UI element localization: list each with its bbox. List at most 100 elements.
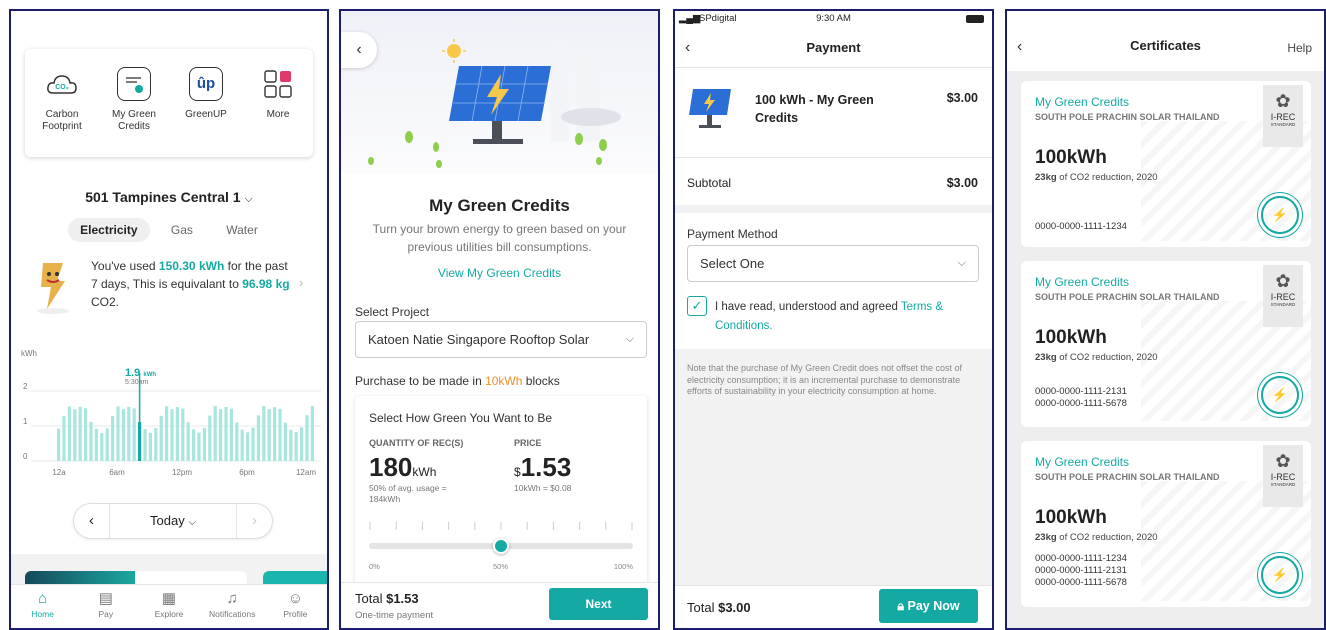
usage-bar[interactable] [148,432,152,461]
pay-now-button[interactable]: 🔒︎ Pay Now [879,589,978,623]
card-title: Select How Green You Want to Be [369,411,552,425]
usage-bar[interactable] [154,428,158,461]
usage-bar[interactable] [256,415,260,461]
slider-handle[interactable] [493,538,509,554]
certificate-card[interactable]: My Green Credits SOUTH POLE PRACHIN SOLA… [1021,261,1311,427]
usage-bar[interactable] [229,408,233,461]
usage-bar[interactable] [62,416,66,461]
usage-bar[interactable] [283,422,287,461]
usage-bar[interactable] [310,405,314,461]
usage-bar[interactable] [78,406,82,461]
usage-bar[interactable] [224,407,228,461]
chevron-right-icon[interactable]: › [299,275,303,290]
usage-bar[interactable] [294,432,298,461]
usage-bar[interactable] [84,408,88,461]
usage-bar[interactable] [235,422,239,461]
quick-action-greenup[interactable]: ûp GreenUP [171,67,241,121]
quick-action-my-green-credits[interactable]: My Green Credits [99,67,169,133]
usage-bar[interactable] [170,409,174,461]
usage-bar[interactable] [278,408,282,461]
header: ‹ Certificates Help [1007,11,1324,71]
usage-bar[interactable] [181,408,185,461]
total-note: One-time payment [355,610,434,621]
hero-illustration [341,11,658,173]
usage-bar[interactable] [132,408,136,461]
next-date-button[interactable]: › [236,504,272,538]
usage-bar[interactable] [165,406,169,461]
usage-bar[interactable] [67,406,71,461]
nav-explore[interactable]: ▦ Explore [137,585,200,628]
usage-bar[interactable] [262,406,266,461]
usage-bar[interactable] [300,427,304,461]
prev-date-button[interactable]: ‹ [74,504,110,538]
utility-tabs: Electricity Gas Water [11,218,327,242]
usage-bar[interactable] [219,409,223,461]
usage-kwh: 150.30 kWh [158,259,225,273]
back-button[interactable]: ‹ [341,32,377,68]
usage-bar[interactable] [121,409,125,461]
tab-electricity[interactable]: Electricity [68,218,150,242]
nav-profile[interactable]: ☺ Profile [264,585,327,628]
usage-bar[interactable] [143,429,147,461]
usage-bar[interactable] [267,409,271,461]
project-select[interactable]: Katoen Natie Singapore Rooftop Solar ⌵ [355,321,647,358]
usage-bar[interactable] [100,433,104,461]
usage-bar[interactable] [175,406,179,461]
usage-bar[interactable] [192,429,196,461]
usage-bar[interactable] [89,421,93,461]
certificates-screen: ‹ Certificates Help My Green Credits SOU… [1005,9,1326,630]
certificate-card[interactable]: My Green Credits SOUTH POLE PRACHIN SOLA… [1021,441,1311,607]
quick-action-more[interactable]: More [243,67,313,121]
usage-bar[interactable] [305,415,309,461]
usage-bar[interactable] [105,428,109,461]
price-label: PRICE [514,438,542,448]
usage-bar[interactable] [240,429,244,461]
date-label: Today [150,513,185,528]
date-dropdown[interactable]: Today ⌵ [110,504,236,538]
usage-summary: You've used 150.30 kWh for the past 7 da… [91,257,291,311]
nav-home[interactable]: ⌂ Home [11,585,74,628]
usage-bar[interactable] [186,422,190,461]
help-link[interactable]: Help [1287,41,1312,55]
co2-text: of CO2 reduction, 2020 [1056,172,1158,183]
nav-label: Home [31,609,54,619]
co2-value: 23kg [1035,172,1057,183]
nav-pay[interactable]: ▤ Pay [74,585,137,628]
green-slider[interactable] [369,538,633,554]
usage-bar[interactable] [57,428,61,461]
home-screen: CO₂ Carbon Footprint My Green Credits ûp… [9,9,329,630]
usage-bar[interactable] [289,429,293,461]
select-project-label: Select Project [355,305,430,319]
usage-bar[interactable] [202,427,206,461]
usage-bar[interactable] [116,406,120,461]
x-tick-label: 6pm [239,468,255,477]
chart-tooltip-number: 1.9 [125,367,141,379]
usage-bar[interactable] [208,415,212,461]
irec-subtext: STANDARD [1270,122,1296,127]
usage-bar[interactable] [197,432,201,461]
view-green-credits-link[interactable]: View My Green Credits [341,266,658,280]
lock-icon: 🔒︎ [897,599,905,613]
usage-bar[interactable] [251,427,255,461]
usage-bar[interactable] [273,407,277,461]
usage-bar[interactable] [159,415,163,461]
agree-checkbox[interactable]: ✓ [687,296,707,316]
nav-notifications[interactable]: ♫ Notifications [201,585,264,628]
address-selector[interactable]: 501 Tampines Central 1 ⌵ [11,189,327,206]
payment-method-select[interactable]: Select One ⌵ [687,245,979,282]
usage-bar[interactable] [213,406,217,461]
x-tick-label: 12pm [172,468,192,477]
next-button[interactable]: Next [549,588,648,620]
usage-bar[interactable] [127,406,131,461]
usage-bar[interactable] [246,432,250,461]
tab-gas[interactable]: Gas [159,218,205,242]
usage-bar[interactable] [94,428,98,461]
certificate-card[interactable]: My Green Credits SOUTH POLE PRACHIN SOLA… [1021,81,1311,247]
slider-max-label: 100% [613,562,633,571]
usage-bar[interactable] [111,415,115,461]
price-currency: $ [514,465,521,479]
tab-water[interactable]: Water [214,218,270,242]
total-label: Total [355,591,383,606]
quick-action-carbon-footprint[interactable]: CO₂ Carbon Footprint [27,67,97,133]
usage-bar[interactable] [73,409,77,461]
